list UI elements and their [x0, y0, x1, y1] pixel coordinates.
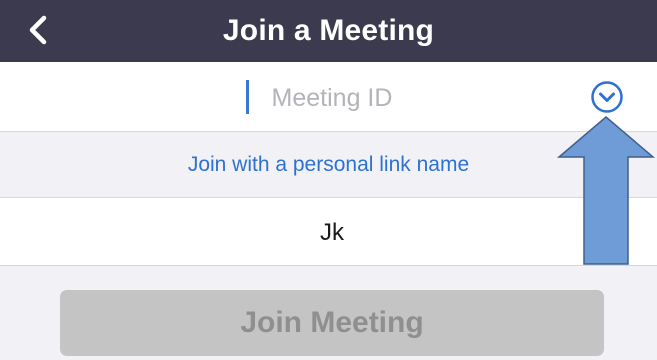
display-name-input[interactable] — [160, 211, 504, 255]
name-row — [0, 198, 657, 266]
meeting-id-row — [0, 62, 657, 132]
join-with-personal-link-button[interactable]: Join with a personal link name — [188, 153, 469, 177]
chevron-left-icon — [29, 15, 47, 45]
page-title: Join a Meeting — [222, 14, 435, 47]
back-button[interactable] — [18, 10, 58, 50]
chevron-down-circle-icon — [591, 81, 623, 113]
personal-link-row: Join with a personal link name — [0, 132, 657, 198]
meeting-id-history-dropdown[interactable] — [590, 80, 624, 114]
meeting-id-input[interactable] — [160, 76, 504, 120]
header-bar: Join a Meeting — [0, 0, 657, 62]
join-meeting-button[interactable]: Join Meeting — [60, 290, 604, 356]
